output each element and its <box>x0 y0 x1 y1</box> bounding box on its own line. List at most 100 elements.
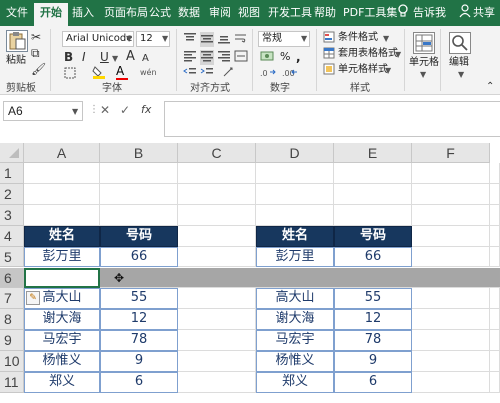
grid-cell[interactable] <box>490 330 500 352</box>
lightbulb-icon[interactable] <box>396 4 410 20</box>
cells-group-button[interactable]: 单元格 <box>409 56 439 70</box>
tab-help[interactable]: 帮助 <box>314 5 336 21</box>
cell-styles-icon[interactable] <box>323 63 335 78</box>
left_table-row-4-col-1[interactable]: 9 <box>100 351 178 372</box>
grid-cell[interactable] <box>412 225 490 247</box>
grid-cell[interactable] <box>334 183 412 205</box>
grid-cell[interactable] <box>412 246 490 268</box>
active-cell-a6[interactable] <box>24 267 100 289</box>
right_table-row-4-col-1[interactable]: 9 <box>334 351 412 372</box>
left_table-row-4-col-0[interactable]: 杨惟义 <box>24 351 100 372</box>
name-box[interactable]: A6 <box>3 101 83 121</box>
conditional-format-button[interactable]: 条件格式 <box>338 31 378 45</box>
grid-cell[interactable] <box>178 183 256 205</box>
left_table-header-1[interactable]: 号码 <box>100 225 178 247</box>
column-header-c[interactable]: C <box>178 143 256 163</box>
share-person-icon[interactable] <box>458 4 472 20</box>
row-header-8[interactable]: 8 <box>0 309 24 331</box>
align-top-icon[interactable] <box>183 32 197 47</box>
search-icon[interactable] <box>449 32 471 54</box>
row-header-6[interactable]: 6 <box>0 267 24 289</box>
grid-cell[interactable] <box>178 163 256 184</box>
grid-cell[interactable] <box>178 309 256 331</box>
tab-home[interactable]: 开始 <box>34 3 68 26</box>
conditional-format-icon[interactable] <box>323 31 335 46</box>
grid-cell[interactable] <box>178 351 256 372</box>
underline-button[interactable]: U <box>100 50 109 64</box>
right_table-row-5-col-0[interactable]: 郑义 <box>256 372 334 393</box>
merge-center-icon[interactable] <box>234 50 248 65</box>
align-left-icon[interactable] <box>183 50 197 65</box>
grid-cell[interactable] <box>412 163 490 184</box>
grid-cell[interactable] <box>334 163 412 184</box>
right_table-row-1-col-0[interactable]: 高大山 <box>256 288 334 310</box>
column-header-d[interactable]: D <box>256 143 334 163</box>
right_table-header-0[interactable]: 姓名 <box>256 225 334 247</box>
grid-cell[interactable] <box>412 288 490 310</box>
percent-style-button[interactable]: % <box>280 50 290 64</box>
row-header-9[interactable]: 9 <box>0 330 24 352</box>
tab-pdf-tools[interactable]: PDF工具集 <box>343 5 397 21</box>
italic-button[interactable]: I <box>82 50 86 64</box>
cancel-entry-button[interactable]: ✕ <box>100 103 110 117</box>
column-header-a[interactable]: A <box>24 143 100 163</box>
left_table-row-2-col-0[interactable]: 谢大海 <box>24 309 100 331</box>
align-middle-icon[interactable] <box>200 32 214 47</box>
formula-input[interactable] <box>164 101 500 137</box>
right_table-row-5-col-1[interactable]: 6 <box>334 372 412 393</box>
left_table-row-2-col-1[interactable]: 12 <box>100 309 178 331</box>
left_table-row-0-col-1[interactable]: 66 <box>100 246 178 268</box>
tab-file[interactable]: 文件 <box>6 5 28 21</box>
grid-cell[interactable] <box>412 372 490 393</box>
grow-font-button[interactable]: A <box>126 50 135 64</box>
tab-review[interactable]: 审阅 <box>209 5 231 21</box>
grid-cell[interactable] <box>412 330 490 352</box>
grid-cell[interactable] <box>178 204 256 226</box>
row-header-7[interactable]: 7 <box>0 288 24 310</box>
column-header-b[interactable]: B <box>100 143 178 163</box>
row-header-1[interactable]: 1 <box>0 163 24 184</box>
right_table-row-3-col-1[interactable]: 78 <box>334 330 412 352</box>
paste-icon[interactable] <box>6 30 28 52</box>
row-header-2[interactable]: 2 <box>0 183 24 205</box>
grid-cell[interactable] <box>178 372 256 393</box>
grid-cell[interactable] <box>490 351 500 372</box>
grid-cell[interactable] <box>412 204 490 226</box>
column-header-f[interactable]: F <box>412 143 490 163</box>
right_table-header-1[interactable]: 号码 <box>334 225 412 247</box>
grid-cell[interactable] <box>490 163 500 184</box>
grid-cell[interactable] <box>490 204 500 226</box>
collapse-ribbon-icon[interactable]: ⌃ <box>486 80 494 94</box>
right_table-row-0-col-1[interactable]: 66 <box>334 246 412 268</box>
phonetic-guide-button[interactable]: wén <box>140 66 157 80</box>
grid-cell[interactable] <box>24 163 100 184</box>
grid-cell[interactable] <box>490 183 500 205</box>
confirm-entry-button[interactable]: ✓ <box>120 103 130 117</box>
align-center-icon[interactable] <box>200 50 214 65</box>
left_table-row-3-col-0[interactable]: 马宏宇 <box>24 330 100 352</box>
tab-page-layout[interactable]: 页面布局 <box>104 5 148 21</box>
comma-style-button[interactable]: , <box>296 50 301 64</box>
shrink-font-button[interactable]: A <box>142 52 149 66</box>
column-header-e[interactable]: E <box>334 143 412 163</box>
bold-button[interactable]: B <box>64 50 73 64</box>
right_table-row-2-col-1[interactable]: 12 <box>334 309 412 331</box>
select-all-button[interactable] <box>0 143 24 163</box>
format-painter-icon[interactable]: 🖌 <box>31 62 46 76</box>
grid-cell[interactable] <box>24 183 100 205</box>
insert-function-button[interactable]: fx <box>141 103 151 117</box>
row-header-3[interactable]: 3 <box>0 204 24 226</box>
paste-label[interactable]: 粘贴 <box>6 54 26 68</box>
grid-cell[interactable] <box>256 183 334 205</box>
row-header-10[interactable]: 10 <box>0 351 24 372</box>
insert-options-icon[interactable]: ✎ <box>26 291 40 306</box>
grid-cell[interactable] <box>256 163 334 184</box>
grid-cell[interactable] <box>490 309 500 331</box>
grid-cell[interactable] <box>490 246 500 268</box>
grid-cell[interactable] <box>24 204 100 226</box>
copy-icon[interactable]: ⧉ <box>31 46 40 60</box>
row-header-5[interactable]: 5 <box>0 246 24 268</box>
left_table-row-3-col-1[interactable]: 78 <box>100 330 178 352</box>
tab-view[interactable]: 视图 <box>238 5 260 21</box>
grid-cell[interactable] <box>334 204 412 226</box>
